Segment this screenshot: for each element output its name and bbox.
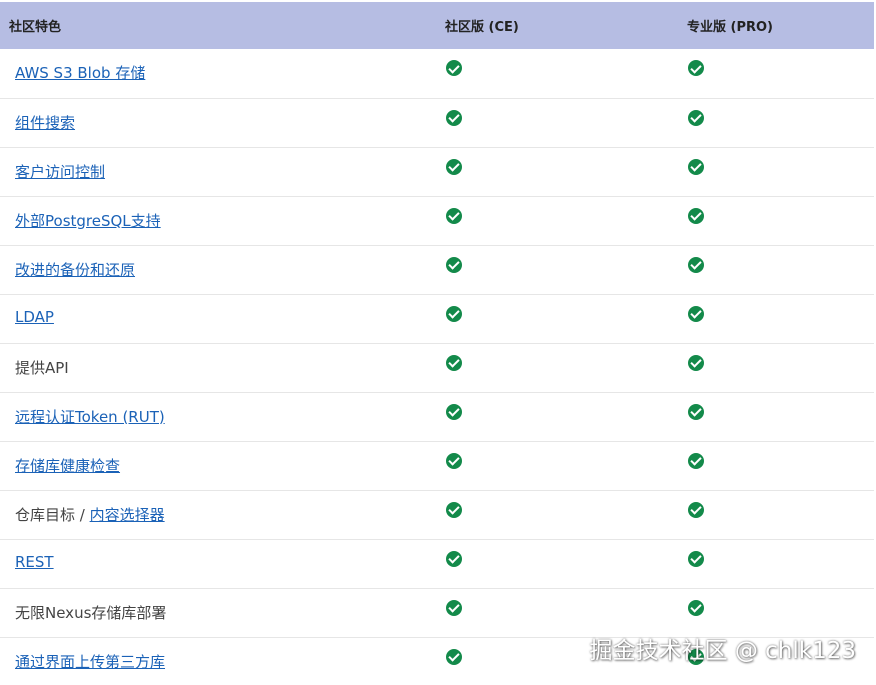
pro-cell xyxy=(679,294,874,343)
feature-link[interactable]: 外部PostgreSQL支持 xyxy=(15,212,161,230)
feature-text: 提供API xyxy=(15,358,69,377)
feature-cell: 远程认证Token (RUT) xyxy=(0,392,437,441)
ce-cell xyxy=(437,441,679,490)
feature-link[interactable]: 客户访问控制 xyxy=(15,163,105,181)
feature-cell: 无限Nexus存储库部署 xyxy=(0,588,437,637)
feature-cell: 组件搜索 xyxy=(0,98,437,147)
feature-cell: 外部PostgreSQL支持 xyxy=(0,196,437,245)
feature-cell: 存储库健康检查 xyxy=(0,441,437,490)
pro-cell xyxy=(679,539,874,588)
feature-cell: 仓库目标 / 内容选择器 xyxy=(0,490,437,539)
feature-cell: 通过界面上传第三方库 xyxy=(0,637,437,685)
check-circle-icon xyxy=(688,354,704,371)
check-circle-icon xyxy=(446,256,462,273)
check-circle-icon xyxy=(446,207,462,224)
ce-cell xyxy=(437,49,679,98)
header-feature: 社区特色 xyxy=(9,20,62,35)
table-header-row: 社区特色 社区版 (CE) 专业版 (PRO) xyxy=(0,2,874,49)
pro-cell xyxy=(679,245,874,294)
feature-link[interactable]: 改进的备份和还原 xyxy=(15,261,135,279)
ce-cell xyxy=(437,539,679,588)
table-row: AWS S3 Blob 存储 xyxy=(0,49,874,98)
table-row: 提供API xyxy=(0,343,874,392)
feature-cell: AWS S3 Blob 存储 xyxy=(0,49,437,98)
check-circle-icon xyxy=(688,158,704,175)
check-circle-icon xyxy=(446,354,462,371)
table-row: LDAP xyxy=(0,294,874,343)
ce-cell xyxy=(437,637,679,685)
table-row: 仓库目标 / 内容选择器 xyxy=(0,490,874,539)
feature-cell: LDAP xyxy=(0,294,437,343)
feature-link[interactable]: REST xyxy=(15,553,54,571)
check-circle-icon xyxy=(446,550,462,567)
table-row: 组件搜索 xyxy=(0,98,874,147)
pro-cell xyxy=(679,441,874,490)
feature-link[interactable]: 组件搜索 xyxy=(15,114,75,132)
table-row: 远程认证Token (RUT) xyxy=(0,392,874,441)
check-circle-icon xyxy=(688,403,704,420)
table-row: 外部PostgreSQL支持 xyxy=(0,196,874,245)
check-circle-icon xyxy=(688,256,704,273)
feature-link[interactable]: LDAP xyxy=(15,308,54,326)
ce-cell xyxy=(437,294,679,343)
check-circle-icon xyxy=(688,60,704,76)
ce-cell xyxy=(437,98,679,147)
check-circle-icon xyxy=(446,403,462,420)
check-circle-icon xyxy=(688,305,704,322)
pro-cell xyxy=(679,196,874,245)
feature-link[interactable]: AWS S3 Blob 存储 xyxy=(15,64,145,82)
feature-text: 仓库目标 / xyxy=(15,505,90,524)
feature-text: 无限Nexus存储库部署 xyxy=(15,603,167,622)
pro-cell xyxy=(679,343,874,392)
ce-cell xyxy=(437,343,679,392)
pro-cell xyxy=(679,98,874,147)
pro-cell xyxy=(679,637,874,685)
feature-cell: 改进的备份和还原 xyxy=(0,245,437,294)
check-circle-icon xyxy=(446,648,462,665)
check-circle-icon xyxy=(446,501,462,518)
check-circle-icon xyxy=(446,158,462,175)
pro-cell xyxy=(679,49,874,98)
check-circle-icon xyxy=(446,599,462,616)
ce-cell xyxy=(437,196,679,245)
check-circle-icon xyxy=(446,452,462,469)
table-row: 无限Nexus存储库部署 xyxy=(0,588,874,637)
ce-cell xyxy=(437,588,679,637)
check-circle-icon xyxy=(688,207,704,224)
ce-cell xyxy=(437,392,679,441)
check-circle-icon xyxy=(688,109,704,126)
check-circle-icon xyxy=(446,109,462,126)
feature-link[interactable]: 内容选择器 xyxy=(90,506,165,524)
ce-cell xyxy=(437,147,679,196)
check-circle-icon xyxy=(446,305,462,322)
table-row: 客户访问控制 xyxy=(0,147,874,196)
ce-cell xyxy=(437,245,679,294)
feature-cell: 客户访问控制 xyxy=(0,147,437,196)
pro-cell xyxy=(679,147,874,196)
check-circle-icon xyxy=(446,60,462,76)
feature-link[interactable]: 存储库健康检查 xyxy=(15,457,120,475)
pro-cell xyxy=(679,588,874,637)
feature-cell: 提供API xyxy=(0,343,437,392)
check-circle-icon xyxy=(688,550,704,567)
check-circle-icon xyxy=(688,648,704,665)
table-row: 通过界面上传第三方库 xyxy=(0,637,874,685)
ce-cell xyxy=(437,490,679,539)
feature-link[interactable]: 远程认证Token (RUT) xyxy=(15,408,165,426)
comparison-page: 社区特色 社区版 (CE) 专业版 (PRO) AWS S3 Blob 存储 组件… xyxy=(0,0,876,685)
check-circle-icon xyxy=(688,452,704,469)
table-row: 存储库健康检查 xyxy=(0,441,874,490)
header-pro: 专业版 (PRO) xyxy=(687,20,773,35)
check-circle-icon xyxy=(688,501,704,518)
table-row: 改进的备份和还原 xyxy=(0,245,874,294)
check-circle-icon xyxy=(688,599,704,616)
table-row: REST xyxy=(0,539,874,588)
pro-cell xyxy=(679,392,874,441)
feature-cell: REST xyxy=(0,539,437,588)
header-ce: 社区版 (CE) xyxy=(445,20,519,35)
pro-cell xyxy=(679,490,874,539)
feature-link[interactable]: 通过界面上传第三方库 xyxy=(15,653,165,671)
table-body: AWS S3 Blob 存储 组件搜索客户访问控制外部PostgreSQL支持 改进… xyxy=(0,49,874,685)
feature-comparison-table: 社区特色 社区版 (CE) 专业版 (PRO) AWS S3 Blob 存储 组件… xyxy=(0,2,874,685)
